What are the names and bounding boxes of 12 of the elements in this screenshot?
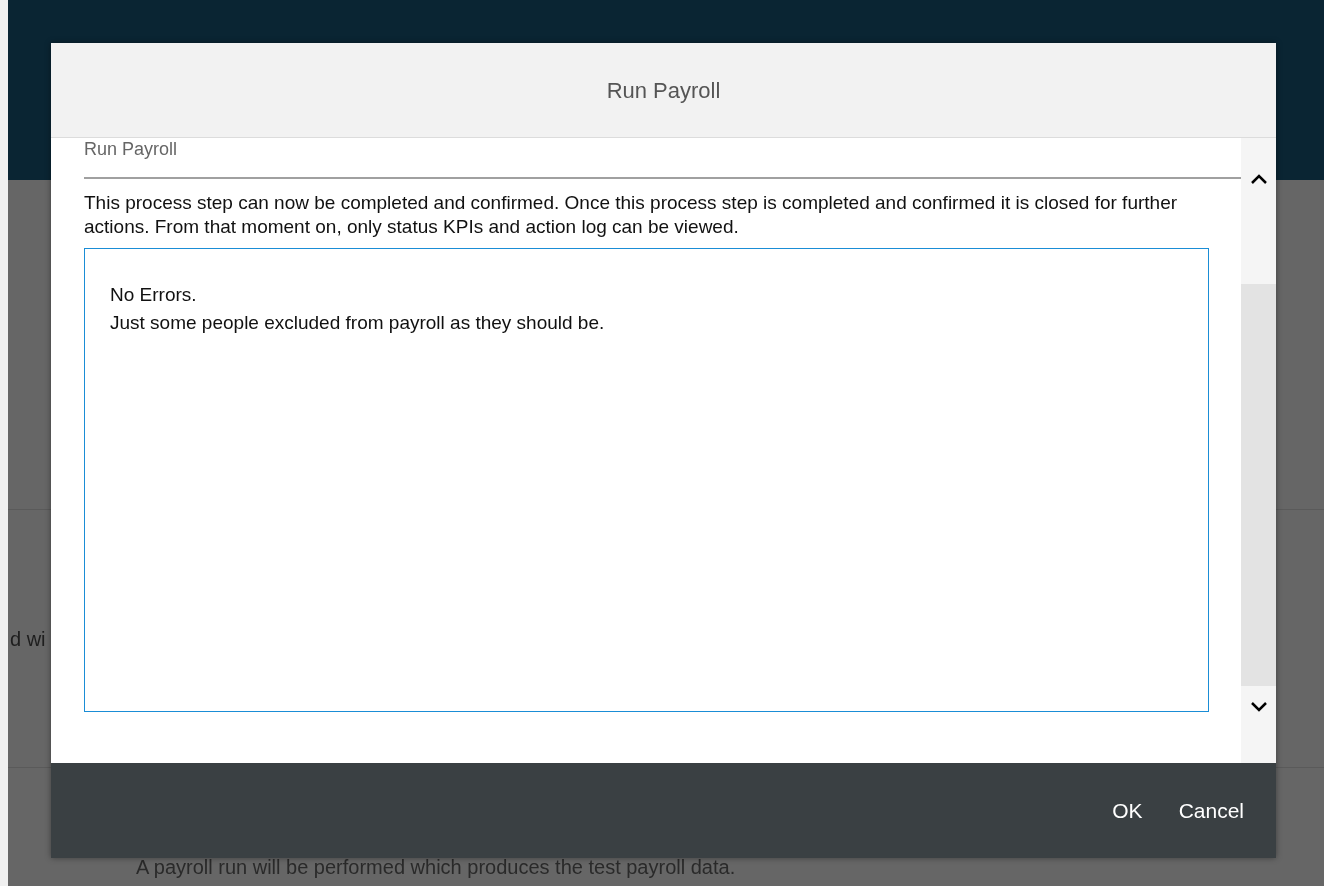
footer-button[interactable]: OK xyxy=(1098,788,1157,833)
scrollbar[interactable] xyxy=(1241,138,1276,763)
scrollbar-thumb[interactable] xyxy=(1241,284,1276,686)
background-text: A payroll run will be performed which produces the test payroll data. xyxy=(136,856,736,878)
footer-button[interactable]: Cancel xyxy=(1164,788,1258,833)
comment-field[interactable]: No Errors. Just some people excluded from payroll as they should be. xyxy=(84,248,1209,712)
dialog-title: Run Payroll xyxy=(606,76,721,105)
scroll-up-icon[interactable] xyxy=(1250,174,1267,184)
section-title: Run Payroll xyxy=(84,139,178,159)
message-text: This process step can now be completed and confirmed. Once this process step is completed and confirmed it is closed for further actions. From that moment on, only status KPIs and action log can be viewed. xyxy=(84,191,1179,239)
background-text: d wi xyxy=(10,626,46,652)
scroll-down-icon[interactable] xyxy=(1250,702,1267,712)
